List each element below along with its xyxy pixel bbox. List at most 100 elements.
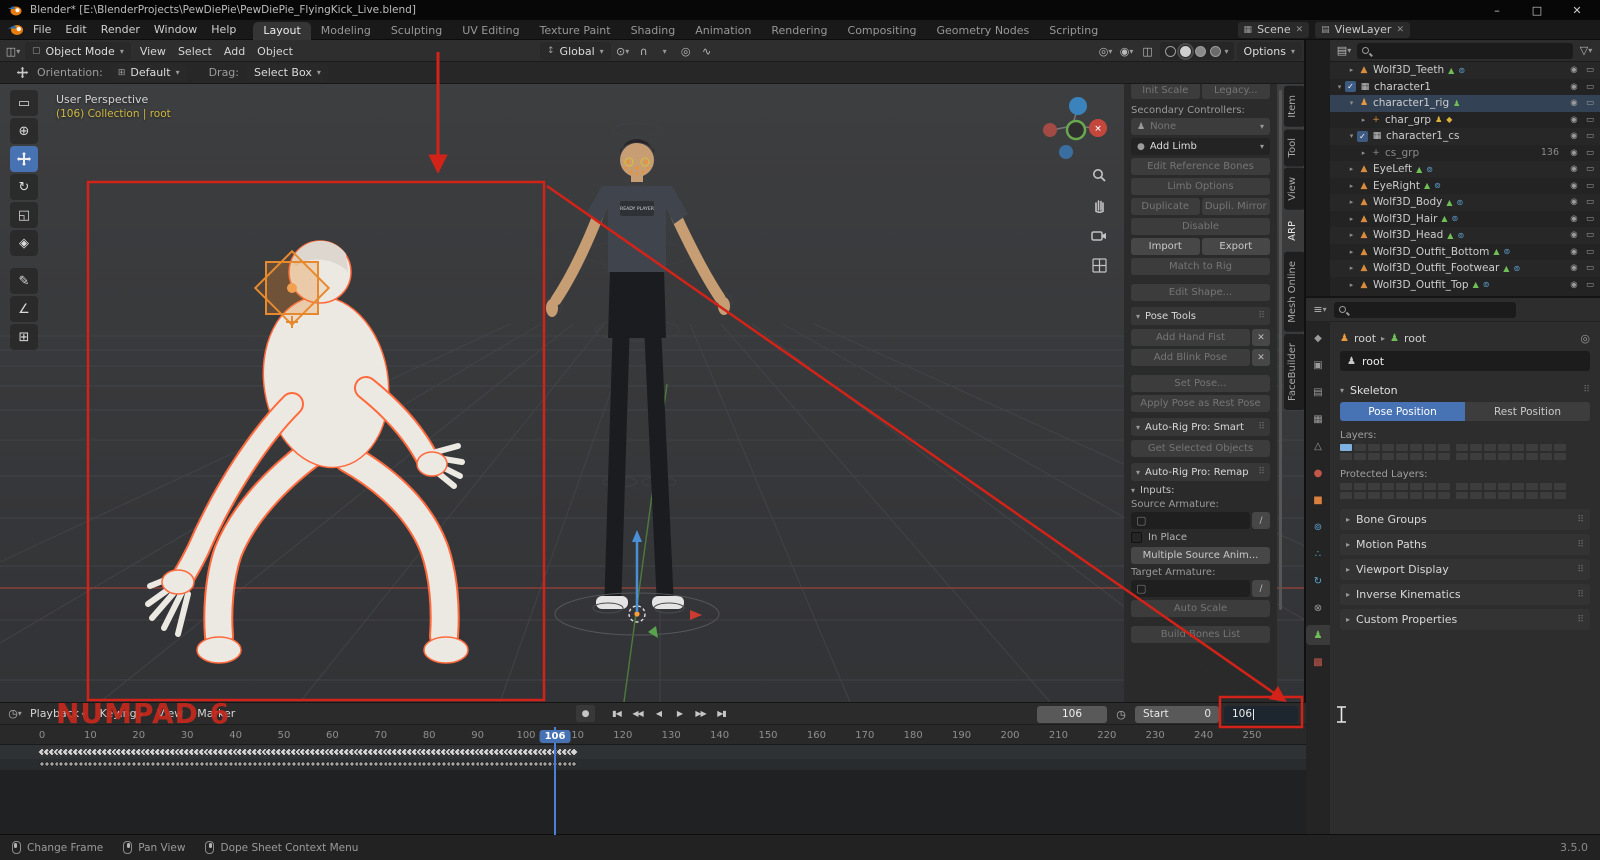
layer-toggle[interactable] (1368, 453, 1380, 460)
workspace-tab-uv-editing[interactable]: UV Editing (452, 22, 529, 40)
expand-icon[interactable]: ▸ (1346, 248, 1357, 256)
y-axis-ball[interactable] (1065, 119, 1087, 141)
orientation-setting-dropdown[interactable]: ⊞ Default ▾ (110, 63, 187, 82)
disable-in-renders-icon[interactable]: ▭ (1583, 65, 1597, 75)
expand-icon[interactable]: ▸ (1346, 66, 1357, 74)
expand-icon[interactable]: ▾ (1346, 132, 1357, 140)
layer-toggle[interactable] (1396, 444, 1408, 451)
layer-toggle[interactable] (1456, 444, 1468, 451)
workspace-tab-animation[interactable]: Animation (685, 22, 761, 40)
panel-motion-paths[interactable]: ▸ Motion Paths ⠿ (1340, 534, 1590, 555)
hide-in-viewport-icon[interactable]: ◉ (1567, 263, 1581, 273)
layer-toggle[interactable] (1424, 453, 1436, 460)
expand-icon[interactable]: ▸ (1346, 165, 1357, 173)
pivot-point-icon[interactable]: ⊙ ▾ (614, 42, 632, 60)
unlink-scene-icon[interactable]: ✕ (1296, 25, 1304, 35)
navigation-gizmo[interactable]: ✕ (1032, 86, 1112, 166)
playhead-line[interactable] (554, 727, 557, 835)
menu-file[interactable]: File (26, 23, 58, 36)
layer-toggle[interactable] (1512, 453, 1524, 460)
properties-editor-type-icon[interactable]: ≡ ▾ (1311, 301, 1329, 319)
arp-dropdown-add-limb[interactable]: ● Add Limb ▾ (1131, 138, 1270, 155)
remove-icon[interactable]: ✕ (1252, 349, 1270, 366)
arp-subsection-inputs[interactable]: ▾ Inputs: (1131, 485, 1270, 496)
current-frame-field[interactable]: 106 (1037, 705, 1107, 723)
layer-toggle[interactable] (1526, 453, 1538, 460)
layer-toggle[interactable] (1498, 444, 1510, 451)
playhead-frame-badge[interactable]: 106 (539, 730, 571, 743)
disable-in-renders-icon[interactable]: ▭ (1583, 98, 1597, 108)
outliner-row-wolf3d-outfit-top[interactable]: ▸ ▲ Wolf3D_Outfit_Top ▲ ⊚ ◉ ▭ (1330, 277, 1600, 294)
properties-tab-object-data[interactable]: ♟ (1306, 625, 1330, 645)
layer-toggle[interactable] (1396, 483, 1408, 490)
object-selector-field[interactable]: ▢ (1131, 580, 1250, 597)
outliner-row-wolf3d-hair[interactable]: ▸ ▲ Wolf3D_Hair ▲ ⊚ ◉ ▭ (1330, 211, 1600, 228)
layer-toggle[interactable] (1498, 492, 1510, 499)
filter-icon[interactable]: ▽ ▾ (1577, 42, 1595, 60)
outliner-row-wolf3d-teeth[interactable]: ▸ ▲ Wolf3D_Teeth ▲ ⊚ ◉ ▭ (1330, 62, 1600, 79)
arp-button-add-hand-fist[interactable]: Add Hand Fist (1131, 329, 1250, 346)
blender-menu-icon[interactable] (8, 24, 24, 36)
eyedropper-button[interactable]: ∕ (1252, 512, 1270, 529)
hide-in-viewport-icon[interactable]: ◉ (1567, 280, 1581, 290)
hide-in-viewport-icon[interactable]: ◉ (1567, 65, 1581, 75)
timeline-menu-marker[interactable]: Marker (191, 707, 241, 720)
arp-button-auto-scale[interactable]: Auto Scale (1131, 600, 1270, 617)
jump-to-start-button[interactable]: ▮◀ (607, 705, 626, 722)
disable-in-renders-icon[interactable]: ▭ (1583, 280, 1597, 290)
skeleton-panel-header[interactable]: ▾ Skeleton ⠿ (1340, 380, 1590, 400)
layer-toggle[interactable] (1526, 492, 1538, 499)
gizmo-toggle-icon[interactable]: ◎ ▾ (1097, 42, 1115, 60)
properties-tab-physics[interactable]: ↻ (1306, 571, 1330, 591)
material-preview-icon[interactable] (1194, 45, 1206, 57)
layer-toggle[interactable] (1470, 444, 1482, 451)
layer-toggle[interactable] (1424, 483, 1436, 490)
arp-checkbox-in-place[interactable]: In Place (1131, 532, 1270, 543)
white-character[interactable] (145, 240, 469, 664)
tool-add-cube[interactable]: ⊞ (10, 324, 38, 350)
wireframe-shading-icon[interactable] (1164, 45, 1176, 57)
expand-icon[interactable]: ▸ (1346, 182, 1357, 190)
rest-position-button[interactable]: Rest Position (1465, 402, 1590, 421)
workspace-tab-modeling[interactable]: Modeling (311, 22, 381, 40)
outliner-row-cs-grp[interactable]: ▸ + cs_grp 136 ◉ ▭ (1330, 145, 1600, 162)
menu-edit[interactable]: Edit (58, 23, 93, 36)
tool-cursor[interactable]: ⊕ (10, 118, 38, 144)
sidebar-tab-view[interactable]: View (1284, 168, 1305, 210)
properties-tab-view-layer[interactable]: ▦ (1306, 409, 1330, 429)
layer-toggle[interactable] (1526, 444, 1538, 451)
menu-help[interactable]: Help (204, 23, 243, 36)
hide-in-viewport-icon[interactable]: ◉ (1567, 230, 1581, 240)
layer-toggle[interactable] (1354, 483, 1366, 490)
layer-toggle[interactable] (1340, 483, 1352, 490)
arp-button-duplicate[interactable]: Duplicate (1131, 198, 1200, 215)
sidebar-tab-item[interactable]: Item (1284, 86, 1305, 127)
tool-transform[interactable]: ◈ (10, 230, 38, 256)
workspace-tab-texture-paint[interactable]: Texture Paint (530, 22, 621, 40)
z-axis-ball[interactable] (1069, 97, 1087, 115)
workspace-tab-geometry-nodes[interactable]: Geometry Nodes (926, 22, 1039, 40)
panel-inverse-kinematics[interactable]: ▸ Inverse Kinematics ⠿ (1340, 584, 1590, 605)
overlays-toggle-icon[interactable]: ◉ ▾ (1118, 42, 1136, 60)
outliner-row-character1-rig[interactable]: ▾ ♟ character1_rig ♟ ◉ ▭ (1330, 95, 1600, 112)
outliner-row-character1[interactable]: ▾ ✓ ▦ character1 ◉ ▭ (1330, 79, 1600, 96)
layer-toggle[interactable] (1526, 483, 1538, 490)
disable-in-renders-icon[interactable]: ▭ (1583, 115, 1597, 125)
breadcrumb-data[interactable]: root (1404, 332, 1426, 345)
sidebar-tab-arp[interactable]: ARP (1284, 211, 1305, 250)
transform-orientation-dropdown[interactable]: ↕ Global ▾ (540, 42, 611, 60)
layer-toggle[interactable] (1424, 444, 1436, 451)
checkbox-icon[interactable] (1131, 532, 1142, 543)
menu-window[interactable]: Window (147, 23, 204, 36)
collection-checkbox[interactable]: ✓ (1357, 130, 1368, 142)
tool-move[interactable] (10, 146, 38, 172)
panel-bone-groups[interactable]: ▸ Bone Groups ⠿ (1340, 509, 1590, 530)
layer-toggle[interactable] (1410, 492, 1422, 499)
layer-toggle[interactable] (1382, 453, 1394, 460)
arp-button-apply-pose-as-rest-pose[interactable]: Apply Pose as Rest Pose (1131, 395, 1270, 412)
disable-in-renders-icon[interactable]: ▭ (1583, 214, 1597, 224)
previous-keyframe-button[interactable]: ◀◀ (628, 705, 647, 722)
outliner-row-char-grp[interactable]: ▸ + char_grp ♟ ◆ ◉ ▭ (1330, 112, 1600, 129)
tool-measure[interactable]: ∠ (10, 296, 38, 322)
sidebar-tab-facebuilder[interactable]: FaceBuilder (1284, 333, 1305, 410)
